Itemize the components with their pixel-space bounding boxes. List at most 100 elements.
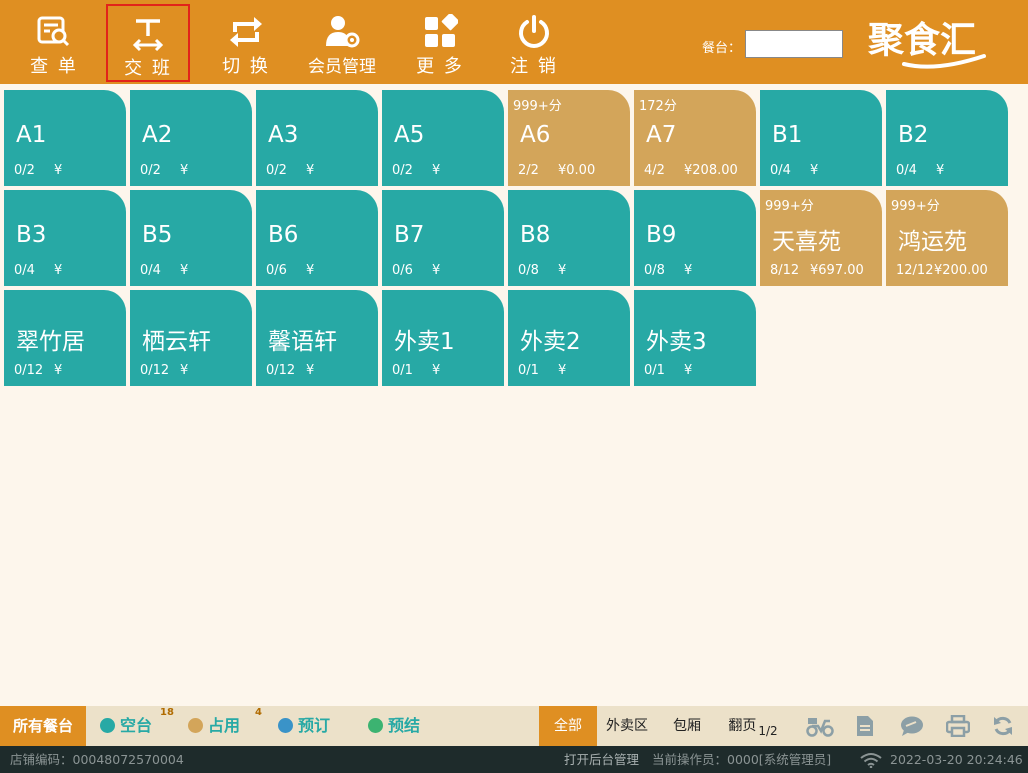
table-people: 2/2 [518, 163, 539, 178]
query-order-button[interactable]: 查 单 [12, 4, 96, 82]
table-people: 0/12 [266, 363, 296, 378]
table-people: 0/2 [14, 163, 35, 178]
table-amount: ¥ [684, 263, 693, 278]
table-amount: ¥ [180, 163, 189, 178]
table-tile[interactable]: B6 0/6 ¥ [256, 190, 378, 286]
chat-bubble-icon[interactable] [900, 715, 924, 737]
table-amount: ¥208.00 [684, 163, 738, 178]
table-name: B6 [268, 222, 299, 248]
table-people: 0/12 [140, 363, 170, 378]
table-people: 0/1 [392, 363, 413, 378]
table-tile[interactable]: 999+分 A6 2/2 ¥0.00 [508, 90, 630, 186]
table-tile[interactable]: 外卖1 0/1 ¥ [382, 290, 504, 386]
table-amount: ¥ [684, 363, 693, 378]
table-amount: ¥0.00 [558, 163, 596, 178]
table-tile[interactable]: A2 0/2 ¥ [130, 90, 252, 186]
switch-button[interactable]: 切 换 [204, 4, 288, 82]
table-tile[interactable]: 翠竹居 0/12 ¥ [4, 290, 126, 386]
store-code: 店铺编码：00048072570004 [10, 752, 184, 767]
table-name: B3 [16, 222, 47, 248]
printer-icon[interactable] [946, 715, 970, 737]
table-score: 999+分 [765, 199, 814, 214]
datetime: 2022-03-20 20:24:46 [890, 752, 1023, 767]
table-people: 0/1 [518, 363, 539, 378]
logout-button[interactable]: 注 销 [492, 4, 576, 82]
table-amount: ¥ [432, 163, 441, 178]
member-management-button[interactable]: 会员管理 [300, 4, 384, 82]
more-button[interactable]: 更 多 [398, 4, 482, 82]
legend-free[interactable]: 空台 18 [100, 706, 174, 746]
shift-handover-button[interactable]: 交 班 [106, 4, 190, 82]
open-admin-link[interactable]: 打开后台管理 [564, 746, 639, 773]
table-people: 0/4 [14, 263, 35, 278]
table-tile[interactable]: B1 0/4 ¥ [760, 90, 882, 186]
table-amount: ¥ [558, 363, 567, 378]
legend-count: 18 [160, 707, 174, 718]
current-operator: 当前操作员：0000[系统管理员] [652, 752, 832, 767]
table-people: 0/4 [140, 263, 161, 278]
table-tile[interactable]: B3 0/4 ¥ [4, 190, 126, 286]
toolbar-label: 注 销 [510, 56, 558, 77]
table-amount: ¥ [54, 363, 63, 378]
legend-occupied[interactable]: 占用 4 [188, 706, 262, 746]
table-name: B1 [772, 122, 803, 148]
table-name: A5 [394, 122, 425, 148]
legend-reserved[interactable]: 预订 [278, 706, 330, 746]
table-name: A2 [142, 122, 173, 148]
table-amount: ¥ [432, 363, 441, 378]
table-tile[interactable]: B8 0/8 ¥ [508, 190, 630, 286]
table-tile[interactable]: 999+分 鸿运苑 12/12 ¥200.00 [886, 190, 1008, 286]
pager-label: 翻页 [728, 718, 757, 734]
legend-label: 占用 [208, 716, 241, 735]
document-icon[interactable] [856, 715, 874, 737]
table-score: 999+分 [513, 99, 562, 114]
table-amount: ¥ [432, 263, 441, 278]
switch-arrows-icon [230, 17, 262, 47]
toolbar-label: 查 单 [30, 56, 78, 77]
table-tile[interactable]: B2 0/4 ¥ [886, 90, 1008, 186]
table-tile[interactable]: 馨语轩 0/12 ¥ [256, 290, 378, 386]
table-amount: ¥ [306, 363, 315, 378]
filter-all[interactable]: 全部 [539, 706, 597, 746]
filter-takeout[interactable]: 外卖区 [598, 706, 656, 746]
table-tile[interactable]: 外卖3 0/1 ¥ [634, 290, 756, 386]
table-amount: ¥ [54, 263, 63, 278]
table-amount: ¥ [810, 163, 819, 178]
legend-label: 预订 [298, 716, 331, 735]
brand-logo: 聚食汇 [867, 20, 986, 69]
table-tile[interactable]: 栖云轩 0/12 ¥ [130, 290, 252, 386]
table-people: 0/2 [140, 163, 161, 178]
legend-label: 预结 [388, 716, 421, 735]
table-name: A3 [268, 122, 299, 148]
refresh-icon[interactable] [992, 715, 1014, 737]
table-people: 4/2 [644, 163, 665, 178]
table-tile[interactable]: A1 0/2 ¥ [4, 90, 126, 186]
table-people: 0/8 [644, 263, 665, 278]
table-tile[interactable]: B9 0/8 ¥ [634, 190, 756, 286]
shift-handover-icon [132, 19, 164, 52]
table-people: 0/4 [770, 163, 791, 178]
table-name: B7 [394, 222, 425, 248]
brand-name: 聚食汇 [867, 20, 976, 61]
table-tile[interactable]: B5 0/4 ¥ [130, 190, 252, 286]
table-tile[interactable]: B7 0/6 ¥ [382, 190, 504, 286]
delivery-scooter-icon[interactable] [806, 715, 834, 737]
table-people: 0/6 [392, 263, 413, 278]
table-tile[interactable]: A3 0/2 ¥ [256, 90, 378, 186]
table-tile[interactable]: 外卖2 0/1 ¥ [508, 290, 630, 386]
more-grid-icon [425, 14, 458, 47]
table-tile[interactable]: 172分 A7 4/2 ¥208.00 [634, 90, 756, 186]
legend-prepaid[interactable]: 预结 [368, 706, 420, 746]
table-people: 12/12 [896, 263, 934, 278]
free-dot-icon [100, 718, 115, 733]
table-people: 0/8 [518, 263, 539, 278]
table-tile[interactable]: 999+分 天喜苑 8/12 ¥697.00 [760, 190, 882, 286]
all-tables-tab[interactable]: 所有餐台 [0, 706, 86, 746]
seat-input[interactable] [745, 30, 843, 58]
wifi-icon [860, 753, 882, 768]
pager-button[interactable]: 翻页 1/2 [720, 706, 786, 746]
filter-private-room[interactable]: 包厢 [658, 706, 716, 746]
table-people: 0/2 [392, 163, 413, 178]
table-tile[interactable]: A5 0/2 ¥ [382, 90, 504, 186]
table-people: 0/4 [896, 163, 917, 178]
